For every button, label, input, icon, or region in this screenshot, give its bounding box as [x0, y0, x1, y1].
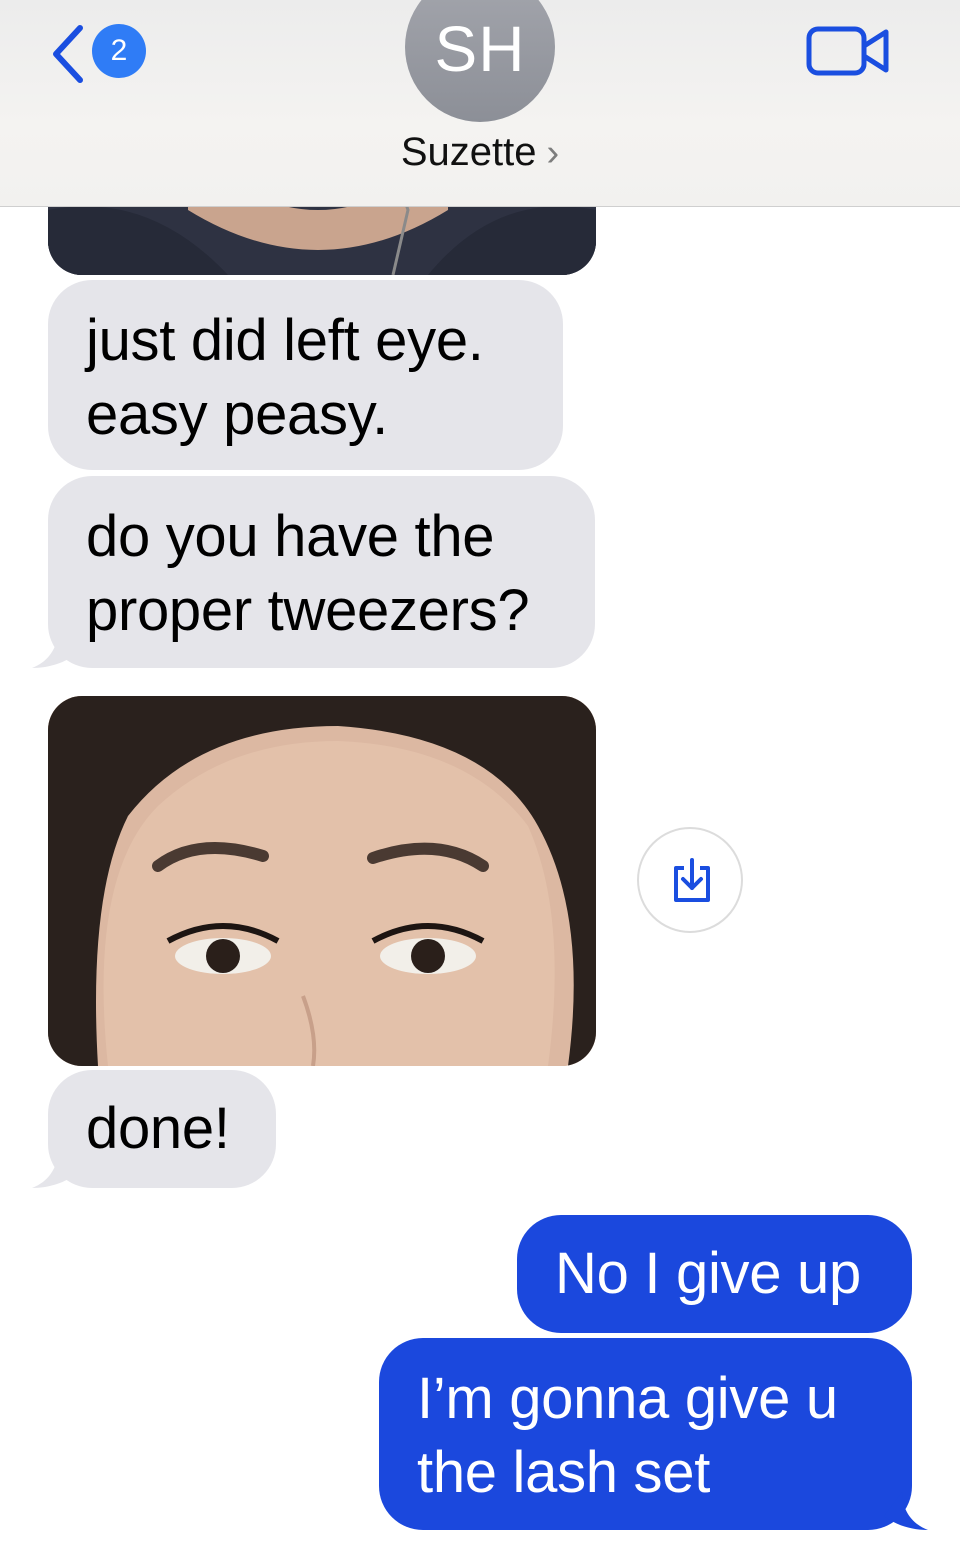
contact-name: Suzette	[400, 130, 537, 174]
incoming-message[interactable]: done!	[48, 1070, 276, 1188]
chevron-left-icon	[53, 25, 83, 83]
message-line: easy peasy.	[86, 382, 388, 447]
back-button[interactable]: 2	[44, 18, 154, 88]
bubble-tail	[32, 630, 76, 668]
incoming-message[interactable]: do you have the proper tweezers?	[48, 476, 595, 668]
conversation-header: 2 SH Suzette ›	[0, 0, 960, 207]
bubble-tail	[32, 1150, 76, 1188]
chevron-right-icon: ›	[546, 132, 560, 174]
message-line: proper tweezers?	[86, 578, 530, 643]
save-photo-button[interactable]	[637, 827, 743, 933]
photo-attachment[interactable]	[48, 696, 596, 1066]
contact-avatar[interactable]: SH	[405, 0, 555, 122]
message-line: do you have the	[86, 504, 495, 569]
message-line: done!	[86, 1096, 230, 1161]
incoming-message[interactable]: just did left eye. easy peasy.	[48, 280, 563, 470]
contact-name-button[interactable]: Suzette ›	[0, 130, 960, 175]
outgoing-message[interactable]: No I give up	[517, 1215, 912, 1333]
message-line: the lash set	[417, 1440, 711, 1505]
video-camera-icon[interactable]	[806, 24, 890, 78]
download-icon	[674, 858, 710, 902]
unread-count-badge: 2	[92, 24, 146, 78]
bubble-tail	[884, 1492, 928, 1530]
message-line: No I give up	[555, 1241, 861, 1306]
message-line: I’m gonna give u	[417, 1366, 838, 1431]
outgoing-message[interactable]: I’m gonna give u the lash set	[379, 1338, 912, 1530]
message-line: just did left eye.	[86, 308, 484, 373]
